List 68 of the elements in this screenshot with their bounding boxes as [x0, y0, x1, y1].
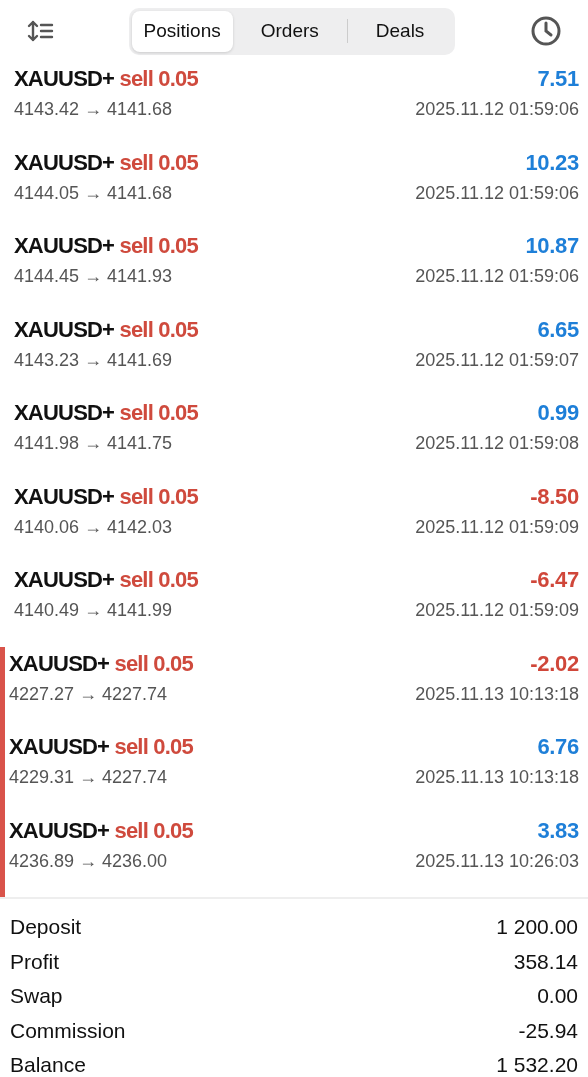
profit: -2.02	[530, 650, 579, 677]
price-range: 4144.45 → 4141.93	[14, 266, 173, 287]
symbol: XAUUSD+	[9, 734, 110, 759]
deal-time: 2025.11.13 10:13:18	[415, 683, 579, 705]
trade-side: sell 0.05	[119, 567, 198, 592]
history-icon[interactable]	[530, 15, 562, 47]
tab[interactable]: Positions	[131, 10, 233, 52]
deal-time: 2025.11.12 01:59:09	[415, 600, 579, 621]
deal-row[interactable]: XAUUSD+ sell 0.05 3.83 4236.89 → 4236.00 2025.11.13 10:26:03	[0, 813, 588, 897]
deal-time: 2025.11.13 10:13:18	[415, 767, 579, 788]
trade-side: sell 0.05	[114, 817, 193, 843]
symbol: XAUUSD+	[9, 650, 110, 676]
summary-label: Deposit	[10, 915, 82, 940]
summary-value: -25.94	[518, 1018, 578, 1043]
price-range: 4229.31 → 4227.74	[9, 767, 168, 788]
profit: -6.47	[530, 567, 579, 593]
trade-side: sell 0.05	[119, 233, 198, 258]
trade-side: sell 0.05	[119, 400, 198, 425]
tab[interactable]: Orders	[232, 10, 347, 52]
price-range: 4143.23 → 4141.69	[14, 349, 173, 371]
deal-time: 2025.11.13 10:26:03	[415, 850, 579, 872]
deal-time: 2025.11.12 01:59:06	[415, 99, 579, 120]
summary-value: 0.00	[537, 984, 578, 1009]
price-range: 4236.89 → 4236.00	[9, 850, 168, 872]
symbol: XAUUSD+	[9, 817, 110, 843]
symbol: XAUUSD+	[14, 66, 115, 91]
deal-row[interactable]: XAUUSD+ sell 0.05 6.76 4229.31 → 4227.74 2025.11.13 10:13:18	[0, 730, 588, 814]
profit: -8.50	[530, 483, 579, 510]
sort-icon[interactable]	[26, 19, 54, 43]
profit: 10.87	[525, 233, 579, 259]
deal-time: 2025.11.12 01:59:08	[415, 433, 579, 454]
trade-side: sell 0.05	[119, 149, 198, 175]
deal-row[interactable]: XAUUSD+ sell 0.05 -2.02 4227.27 → 4227.74 2025.11.13 10:13:18	[0, 646, 588, 730]
profit: 0.99	[537, 400, 579, 426]
summary-value: 1 200.00	[496, 915, 578, 940]
symbol: XAUUSD+	[14, 483, 115, 509]
profit: 6.65	[537, 316, 579, 343]
price-range: 4144.05 → 4141.68	[14, 182, 173, 204]
summary-value: 1 532.20	[496, 1053, 578, 1077]
price-range: 4141.98 → 4141.75	[14, 433, 173, 454]
symbol: XAUUSD+	[14, 149, 115, 175]
summary-value: 358.14	[513, 949, 578, 974]
trade-side: sell 0.05	[114, 650, 193, 676]
deal-time: 2025.11.12 01:59:06	[415, 266, 579, 287]
price-range: 4140.49 → 4141.99	[14, 600, 173, 621]
profit: 6.76	[537, 734, 579, 760]
profit: 10.23	[525, 149, 579, 176]
trade-side: sell 0.05	[119, 66, 198, 91]
summary-label: Swap	[10, 984, 63, 1009]
deal-time: 2025.11.12 01:59:09	[415, 516, 579, 538]
deal-time: 2025.11.12 01:59:07	[415, 349, 579, 371]
summary-label: Profit	[10, 949, 59, 974]
symbol: XAUUSD+	[14, 400, 115, 425]
deal-time: 2025.11.12 01:59:06	[415, 182, 579, 204]
symbol: XAUUSD+	[14, 233, 115, 258]
trade-side: sell 0.05	[114, 734, 193, 759]
trade-side: sell 0.05	[119, 316, 198, 342]
summary-label: Commission	[10, 1018, 126, 1043]
price-range: 4227.27 → 4227.74	[9, 683, 168, 705]
profit: 7.51	[537, 66, 579, 92]
trade-side: sell 0.05	[119, 483, 198, 509]
summary-label: Balance	[10, 1053, 86, 1077]
price-range: 4140.06 → 4142.03	[14, 516, 173, 538]
profit: 3.83	[537, 817, 579, 844]
tab[interactable]: Deals	[347, 10, 453, 52]
symbol: XAUUSD+	[14, 316, 115, 342]
symbol: XAUUSD+	[14, 567, 115, 592]
price-range: 4143.42 → 4141.68	[14, 99, 173, 120]
